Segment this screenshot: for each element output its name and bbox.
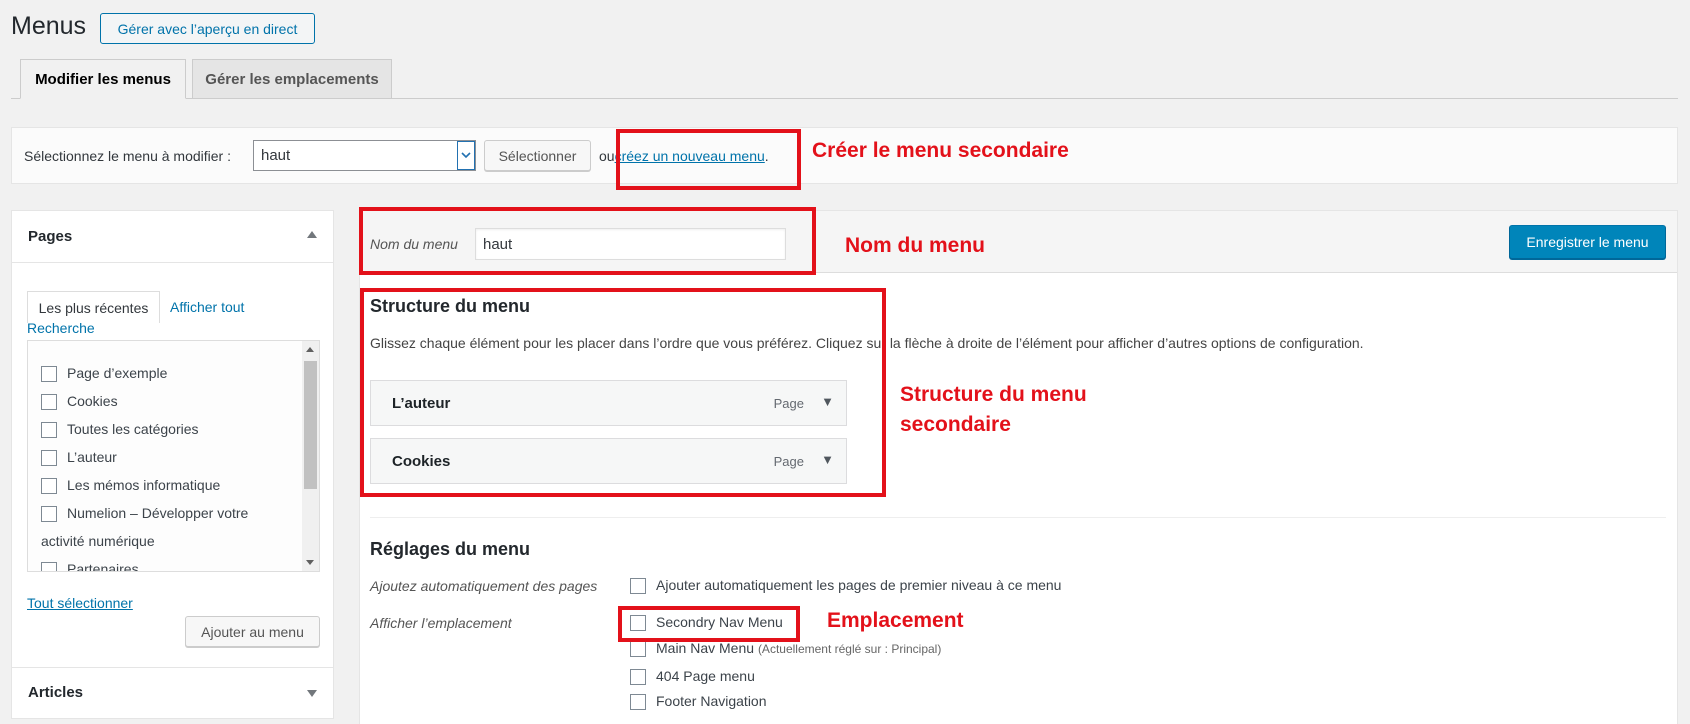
list-item-label: activité numérique xyxy=(41,533,155,549)
tabs-bar xyxy=(11,98,1678,99)
checkbox[interactable] xyxy=(41,422,57,439)
location-option[interactable]: Main Nav Menu (Actuellement réglé sur : … xyxy=(630,640,942,658)
annotation-name: Nom du menu xyxy=(845,234,985,257)
list-item[interactable]: Page d’exemple xyxy=(41,365,168,383)
annotation-structure-line1: Structure du menu xyxy=(900,383,1087,406)
tab-manage-locations[interactable]: Gérer les emplacements xyxy=(192,59,392,98)
expand-arrow-icon[interactable] xyxy=(307,690,317,697)
auto-add-label: Ajoutez automatiquement des pages xyxy=(370,578,598,594)
menu-select-dropdown[interactable]: haut xyxy=(253,140,476,171)
list-item-label: Numelion – Développer votre xyxy=(67,505,249,521)
divider xyxy=(370,517,1666,518)
select-menu-label: Sélectionnez le menu à modifier : xyxy=(24,148,231,164)
location-label: Afficher l’emplacement xyxy=(370,615,512,631)
annotation-box-structure xyxy=(360,288,886,497)
annotation-box-name xyxy=(359,207,816,275)
tab-search[interactable]: Recherche xyxy=(27,320,95,336)
list-item[interactable]: L’auteur xyxy=(41,449,117,467)
tab-label: Les plus récentes xyxy=(38,299,149,316)
list-item-label: Cookies xyxy=(67,393,118,409)
tab-most-recent[interactable]: Les plus récentes xyxy=(27,291,160,323)
location-name: 404 Page menu xyxy=(656,668,755,684)
scrollbar[interactable] xyxy=(302,341,319,571)
select-all-link[interactable]: Tout sélectionner xyxy=(27,595,133,611)
checkbox[interactable] xyxy=(630,694,646,711)
tab-label: Gérer les emplacements xyxy=(205,70,379,88)
pages-panel-header[interactable]: Pages xyxy=(12,211,333,263)
tab-edit-menus[interactable]: Modifier les menus xyxy=(20,59,186,99)
location-note: (Actuellement réglé sur : Principal) xyxy=(757,642,942,656)
page-title: Menus xyxy=(11,12,87,40)
checkbox[interactable] xyxy=(630,578,646,595)
checkbox[interactable] xyxy=(630,641,646,658)
location-option[interactable]: Footer Navigation xyxy=(630,693,767,711)
or-text: ou xyxy=(599,148,615,164)
tab-label: Modifier les menus xyxy=(35,70,171,88)
annotation-structure-line2: secondaire xyxy=(900,413,1011,436)
list-item[interactable]: Cookies xyxy=(41,393,118,411)
menu-select-value: haut xyxy=(261,147,291,164)
pages-panel: Pages Les plus récentes Afficher tout Re… xyxy=(11,210,334,668)
collapse-arrow-icon[interactable] xyxy=(307,231,317,238)
checkbox[interactable] xyxy=(41,562,57,571)
annotation-box-create xyxy=(616,129,801,190)
tab-show-all[interactable]: Afficher tout xyxy=(170,299,244,315)
chevron-down-icon xyxy=(457,141,475,170)
checkbox[interactable] xyxy=(630,669,646,686)
list-item-continuation: activité numérique xyxy=(41,533,155,549)
annotation-box-location xyxy=(618,606,800,642)
list-item-label: Les mémos informatique xyxy=(67,477,221,493)
live-preview-button[interactable]: Gérer avec l’aperçu en direct xyxy=(100,13,315,44)
list-item[interactable]: Partenaires xyxy=(41,561,139,572)
list-item-label: L’auteur xyxy=(67,449,117,465)
list-item-label: Toutes les catégories xyxy=(67,421,199,437)
settings-title: Réglages du menu xyxy=(370,539,531,559)
list-item[interactable]: Les mémos informatique xyxy=(41,477,221,495)
articles-panel-title: Articles xyxy=(28,684,84,701)
checkbox[interactable] xyxy=(41,450,57,467)
annotation-location: Emplacement xyxy=(827,609,964,632)
list-item-label: Partenaires xyxy=(67,561,139,572)
annotation-create: Créer le menu secondaire xyxy=(812,139,1069,162)
auto-add-option-label: Ajouter automatiquement les pages de pre… xyxy=(656,577,1062,593)
pages-panel-title: Pages xyxy=(28,228,73,245)
pages-list[interactable]: Page d’exemple Cookies Toutes les catégo… xyxy=(27,340,320,572)
articles-panel[interactable]: Articles xyxy=(11,667,334,719)
save-menu-button[interactable]: Enregistrer le menu xyxy=(1509,225,1666,259)
select-button[interactable]: Sélectionner xyxy=(484,140,591,171)
checkbox[interactable] xyxy=(41,394,57,411)
checkbox[interactable] xyxy=(41,366,57,383)
location-option[interactable]: 404 Page menu xyxy=(630,668,755,686)
scroll-up-icon[interactable] xyxy=(306,347,314,352)
scrollbar-thumb[interactable] xyxy=(304,361,317,489)
list-item-label: Page d’exemple xyxy=(67,365,168,381)
scroll-down-icon[interactable] xyxy=(306,560,314,565)
auto-add-option[interactable]: Ajouter automatiquement les pages de pre… xyxy=(630,577,1062,595)
location-name: Footer Navigation xyxy=(656,693,767,709)
checkbox[interactable] xyxy=(41,506,57,523)
list-item[interactable]: Numelion – Développer votre xyxy=(41,505,249,523)
checkbox[interactable] xyxy=(41,478,57,495)
list-item[interactable]: Toutes les catégories xyxy=(41,421,199,439)
add-to-menu-button[interactable]: Ajouter au menu xyxy=(185,616,320,647)
location-name: Main Nav Menu xyxy=(656,640,755,656)
